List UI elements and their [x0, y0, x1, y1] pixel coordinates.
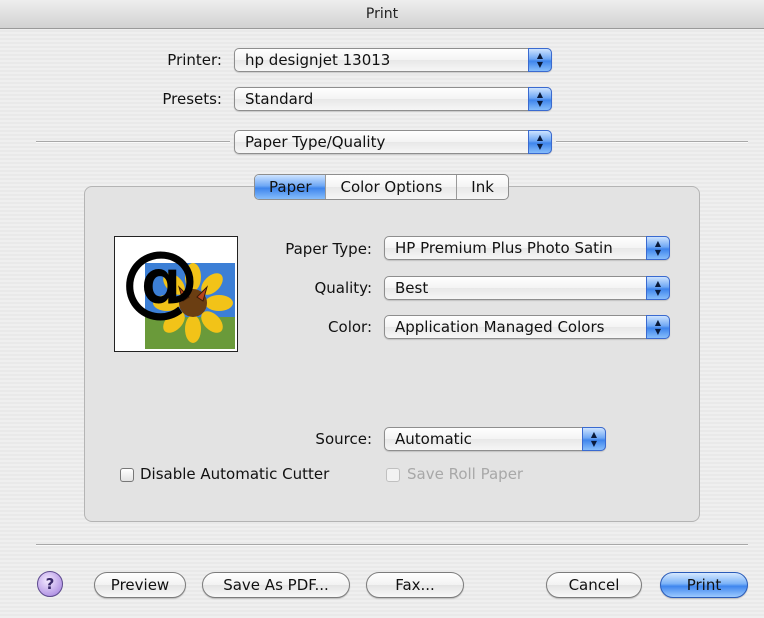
quality-select[interactable]: Best ▲ ▼: [384, 276, 670, 300]
select-arrows-icon: ▲ ▼: [528, 87, 552, 111]
quality-value: Best: [395, 279, 429, 297]
panel-select[interactable]: Paper Type/Quality ▲ ▼: [234, 130, 552, 154]
source-label: Source:: [315, 430, 372, 448]
source-select[interactable]: Automatic ▲ ▼: [384, 427, 606, 451]
paper-type-value: HP Premium Plus Photo Satin: [395, 239, 613, 257]
save-as-pdf-button[interactable]: Save As PDF...: [202, 572, 350, 598]
presets-value: Standard: [245, 90, 314, 108]
presets-select[interactable]: Standard ▲ ▼: [234, 87, 552, 111]
separator-right: [556, 141, 748, 143]
tab-bar: Paper Color Options Ink: [254, 174, 509, 200]
disable-cutter-label[interactable]: Disable Automatic Cutter: [140, 465, 329, 483]
panel-value: Paper Type/Quality: [245, 133, 386, 151]
color-select[interactable]: Application Managed Colors ▲ ▼: [384, 315, 670, 339]
svg-text:@: @: [121, 237, 199, 326]
quality-label: Quality:: [314, 279, 372, 297]
printer-value: hp designjet 13013: [245, 51, 391, 69]
select-arrows-icon: ▲ ▼: [582, 427, 606, 451]
paper-preview-icon: @: [114, 236, 238, 352]
select-arrows-icon: ▲ ▼: [646, 315, 670, 339]
bottom-separator: [36, 544, 748, 546]
preview-button[interactable]: Preview: [94, 572, 186, 598]
cancel-button[interactable]: Cancel: [546, 572, 642, 598]
source-value: Automatic: [395, 430, 472, 448]
help-button[interactable]: ?: [37, 571, 63, 597]
print-button[interactable]: Print: [660, 572, 748, 598]
printer-label: Printer:: [167, 51, 222, 69]
color-value: Application Managed Colors: [395, 318, 605, 336]
disable-cutter-checkbox[interactable]: [120, 468, 134, 482]
presets-label: Presets:: [162, 90, 222, 108]
paper-type-select[interactable]: HP Premium Plus Photo Satin ▲ ▼: [384, 236, 670, 260]
save-roll-paper-label: Save Roll Paper: [407, 465, 524, 483]
tab-color-options[interactable]: Color Options: [326, 175, 458, 199]
fax-button[interactable]: Fax...: [366, 572, 464, 598]
paper-type-label: Paper Type:: [285, 240, 372, 258]
select-arrows-icon: ▲ ▼: [646, 276, 670, 300]
select-arrows-icon: ▲ ▼: [646, 236, 670, 260]
separator-left: [36, 141, 230, 143]
select-arrows-icon: ▲ ▼: [528, 130, 552, 154]
window-title: Print: [0, 0, 764, 29]
printer-select[interactable]: hp designjet 13013 ▲ ▼: [234, 48, 552, 72]
tab-paper[interactable]: Paper: [255, 175, 327, 199]
save-roll-paper-checkbox[interactable]: [386, 468, 400, 482]
color-label: Color:: [328, 318, 372, 336]
select-arrows-icon: ▲ ▼: [528, 48, 552, 72]
tab-ink[interactable]: Ink: [457, 175, 508, 199]
